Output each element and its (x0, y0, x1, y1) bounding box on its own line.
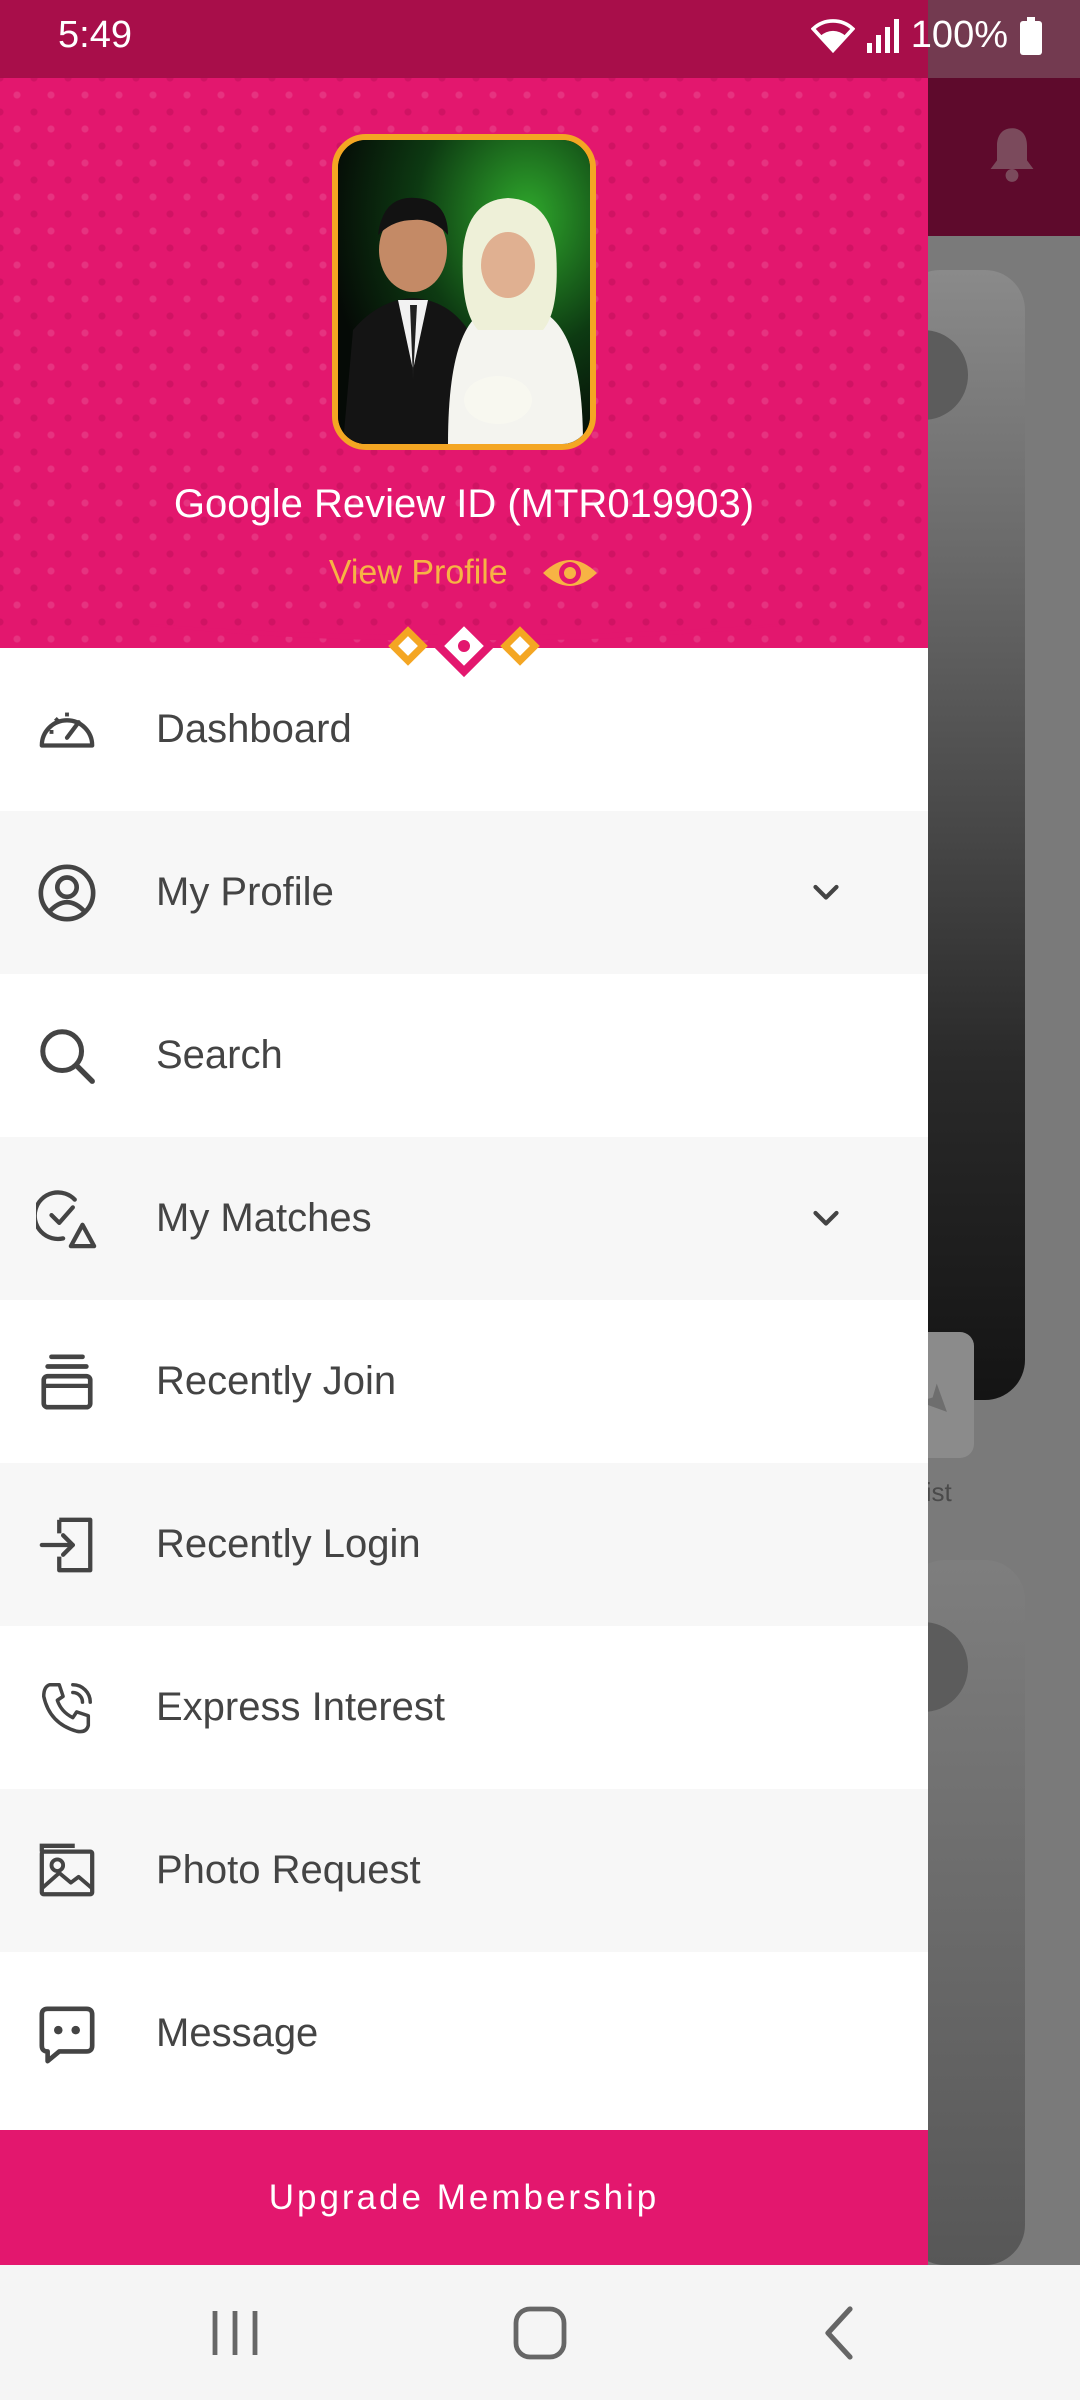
menu-item-label: Photo Request (156, 1848, 421, 1892)
wifi-icon (810, 18, 855, 53)
menu-item-message[interactable]: Message (0, 1952, 928, 2115)
menu-item-label: Recently Join (156, 1359, 397, 1403)
menu-item-express-interest[interactable]: Express Interest (0, 1626, 928, 1789)
signal-icon (866, 18, 899, 53)
menu-item-photo-request[interactable]: Photo Request (0, 1789, 928, 1952)
message-icon (39, 2005, 95, 2063)
menu-item-search[interactable]: Search (0, 974, 928, 1137)
drawer-menu: Dashboard My Profile Search My Matches R… (0, 648, 928, 2115)
navigation-drawer: Google Review ID (MTR019903) View Profil… (0, 78, 928, 2265)
back-icon[interactable] (810, 2305, 870, 2361)
system-nav-bar (0, 2265, 1080, 2400)
speedometer-icon (39, 712, 95, 748)
home-icon[interactable] (510, 2305, 570, 2361)
photo-icon (39, 1843, 95, 1896)
menu-item-label: Express Interest (156, 1685, 446, 1729)
phone-icon (42, 1682, 92, 1733)
matches-icon (36, 1189, 97, 1248)
battery-percent: 100% (910, 14, 1008, 56)
chevron-down-icon[interactable] (808, 875, 844, 911)
upgrade-membership-button[interactable]: Upgrade Membership (0, 2130, 928, 2265)
menu-item-label: Message (156, 2011, 319, 2055)
menu-item-label: Search (156, 1033, 283, 1077)
login-icon (39, 1517, 93, 1572)
chevron-down-icon[interactable] (808, 1201, 844, 1237)
user-circle-icon (38, 864, 96, 921)
bell-icon (990, 128, 1034, 182)
recent-apps-icon[interactable] (205, 2305, 265, 2361)
search-icon (40, 1028, 95, 1084)
menu-item-label: Dashboard (156, 707, 352, 751)
upgrade-membership-label: Upgrade Membership (268, 2177, 660, 2217)
status-bar: 5:49 100% (0, 0, 1080, 78)
status-time: 5:49 (58, 14, 132, 56)
menu-item-my-profile[interactable]: My Profile (0, 811, 928, 974)
menu-item-label: My Matches (156, 1196, 372, 1240)
view-profile-label: View Profile (328, 553, 508, 592)
menu-item-recently-join[interactable]: Recently Join (0, 1300, 928, 1463)
couple-photo (338, 140, 590, 444)
avatar[interactable] (332, 134, 596, 450)
header-divider-ornament (150, 622, 778, 678)
profile-name: Google Review ID (MTR019903) (173, 482, 755, 526)
menu-item-my-matches[interactable]: My Matches (0, 1137, 928, 1300)
menu-item-label: My Profile (156, 870, 334, 914)
drawer-header: Google Review ID (MTR019903) View Profil… (0, 78, 928, 648)
eye-icon (543, 560, 598, 587)
view-profile-link[interactable]: View Profile (0, 552, 928, 593)
battery-icon (1020, 16, 1042, 55)
menu-item-label: Recently Login (156, 1522, 421, 1566)
menu-item-recently-login[interactable]: Recently Login (0, 1463, 928, 1626)
stack-icon (41, 1353, 93, 1410)
